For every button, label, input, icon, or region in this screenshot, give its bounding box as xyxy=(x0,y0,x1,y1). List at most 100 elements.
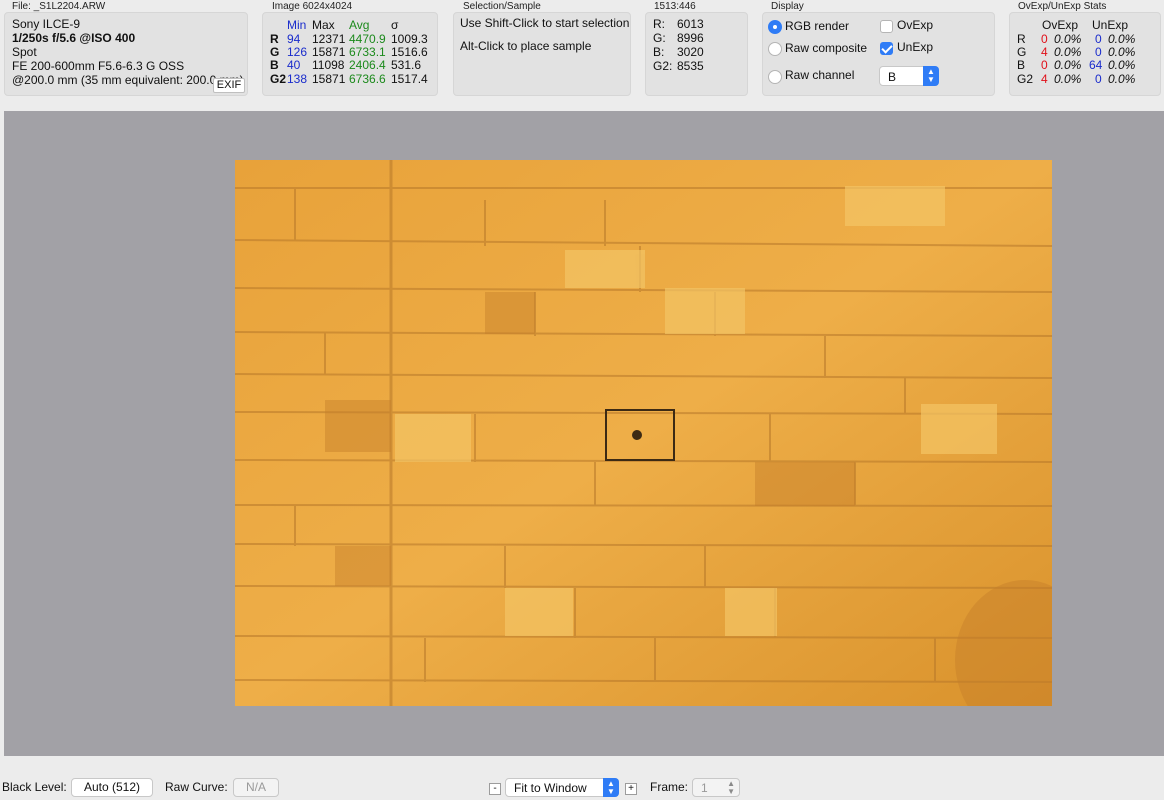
zoom-in-button[interactable]: + xyxy=(625,783,637,795)
sample-value: 6013 xyxy=(677,17,704,31)
raw-channel-label[interactable]: Raw channel xyxy=(785,68,854,82)
sample-channel: R: xyxy=(653,17,665,31)
sample-value: 8535 xyxy=(677,59,704,73)
image-viewer[interactable] xyxy=(4,111,1164,756)
ovexp-percent: 0.0% xyxy=(1054,72,1082,86)
selection-panel: Use Shift-Click to start selection Alt-C… xyxy=(453,12,631,96)
unexp-percent: 0.0% xyxy=(1108,45,1136,59)
ovexp-percent: 0.0% xyxy=(1054,58,1082,72)
ovexp-count: 0 xyxy=(1041,58,1048,72)
stats-sd: 531.6 xyxy=(391,58,422,72)
sample-value: 8996 xyxy=(677,31,704,45)
stats-min: 138 xyxy=(287,72,308,86)
stats-min: 40 xyxy=(287,58,301,72)
stats-min: 126 xyxy=(287,45,308,59)
ovexp-count: 0 xyxy=(1041,32,1048,46)
ovexp-channel: G2 xyxy=(1017,72,1034,86)
selection-title: Selection/Sample xyxy=(463,1,541,12)
header-max: Max xyxy=(312,18,335,32)
unexp-percent: 0.0% xyxy=(1108,32,1136,46)
chevron-updown-icon: ▲ ▼ xyxy=(603,778,619,797)
lens-model: FE 200-600mm F5.6-6.3 G OSS xyxy=(12,59,185,73)
image-stats-panel: Min Max Avg σ R 94 12371 4470.9 1009.3 G… xyxy=(262,12,438,96)
display-title: Display xyxy=(771,1,804,12)
stepper-icon: ▲ ▼ xyxy=(727,779,735,796)
stats-channel: R xyxy=(270,32,279,46)
ovexp-channel: R xyxy=(1017,32,1026,46)
sample-value: 3020 xyxy=(677,45,704,59)
stats-sd: 1517.4 xyxy=(391,72,428,86)
black-level-label: Black Level: xyxy=(2,780,67,794)
raw-channel-select[interactable]: B ▲ ▼ xyxy=(879,66,939,86)
sample-channel: G2: xyxy=(653,59,673,73)
stats-sd: 1516.6 xyxy=(391,45,428,59)
unexp-count: 0 xyxy=(1095,72,1102,86)
raw-composite-radio[interactable] xyxy=(768,42,782,56)
unexp-count: 0 xyxy=(1095,45,1102,59)
ovexp-checkbox[interactable] xyxy=(880,20,893,33)
rgb-render-radio[interactable] xyxy=(768,20,782,34)
unexp-percent: 0.0% xyxy=(1108,72,1136,86)
stats-avg: 6736.6 xyxy=(349,72,386,86)
unexp-count: 64 xyxy=(1089,58,1103,72)
file-title: File: _S1L2204.ARW xyxy=(12,1,106,12)
raw-curve-label: Raw Curve: xyxy=(165,780,228,794)
metering-mode: Spot xyxy=(12,45,37,59)
unexp-percent: 0.0% xyxy=(1108,58,1136,72)
ovexp-channel: G xyxy=(1017,45,1027,59)
ovexp-channel: B xyxy=(1017,58,1026,72)
frame-label: Frame: xyxy=(650,780,689,794)
ovexp-label[interactable]: OvExp xyxy=(897,18,933,32)
frame-stepper[interactable]: 1 ▲ ▼ xyxy=(692,778,740,797)
stats-min: 94 xyxy=(287,32,301,46)
exposure-info: 1/250s f/5.6 @ISO 400 xyxy=(12,31,136,45)
raw-image[interactable] xyxy=(235,160,1052,706)
header-unexp: UnExp xyxy=(1092,18,1129,32)
chevron-updown-icon: ▲ ▼ xyxy=(923,66,939,86)
unexp-label[interactable]: UnExp xyxy=(897,40,933,54)
unexp-count: 0 xyxy=(1095,32,1102,46)
stats-max: 15871 xyxy=(312,45,346,59)
ovexp-percent: 0.0% xyxy=(1054,45,1082,59)
ovexp-stats-title: OvExp/UnExp Stats xyxy=(1018,1,1107,12)
camera-model: Sony ILCE-9 xyxy=(12,17,81,31)
stats-max: 15871 xyxy=(312,72,346,86)
image-stats-title: Image 6024x4024 xyxy=(272,1,353,12)
ovexp-stats-panel: OvExp UnExp R 0 0.0% 0 0.0% G 4 0.0% 0 0… xyxy=(1009,12,1161,96)
ovexp-count: 4 xyxy=(1041,72,1048,86)
zoom-out-button[interactable]: - xyxy=(489,783,501,795)
sample-panel: R: 6013 G: 8996 B: 3020 G2: 8535 xyxy=(645,12,748,96)
focal-length: @200.0 mm (35 mm equivalent: 200.0 mm) xyxy=(12,73,244,87)
raw-channel-radio[interactable] xyxy=(768,70,782,84)
file-info-panel: Sony ILCE-9 1/250s f/5.6 @ISO 400 Spot F… xyxy=(4,12,248,96)
ovexp-count: 4 xyxy=(1041,45,1048,59)
stats-max: 12371 xyxy=(312,32,346,46)
stats-channel: G xyxy=(270,45,280,59)
sample-hint: Alt-Click to place sample xyxy=(460,39,592,53)
sample-coords: 1513:446 xyxy=(654,1,696,12)
sample-channel: G: xyxy=(653,31,666,45)
header-sigma: σ xyxy=(391,18,399,32)
stats-max: 11098 xyxy=(312,58,345,72)
stats-avg: 2406.4 xyxy=(349,58,386,72)
stone-wall-image xyxy=(235,160,1052,706)
stats-channel: G2 xyxy=(270,72,287,86)
exif-button[interactable]: EXIF xyxy=(213,78,245,93)
selection-hint: Use Shift-Click to start selection xyxy=(460,16,630,30)
zoom-value: Fit to Window xyxy=(514,781,587,795)
stats-avg: 6733.1 xyxy=(349,45,386,59)
rgb-render-label[interactable]: RGB render xyxy=(785,19,849,33)
stats-channel: B xyxy=(270,58,279,72)
zoom-select[interactable]: Fit to Window ▲ ▼ xyxy=(505,778,619,797)
unexp-checkbox[interactable] xyxy=(880,42,893,55)
black-level-button[interactable]: Auto (512) xyxy=(71,778,153,797)
stats-sd: 1009.3 xyxy=(391,32,428,46)
display-panel: RGB render Raw composite Raw channel OvE… xyxy=(762,12,995,96)
raw-curve-button[interactable]: N/A xyxy=(233,778,279,797)
raw-composite-label[interactable]: Raw composite xyxy=(785,41,867,55)
header-min: Min xyxy=(287,18,307,32)
frame-value: 1 xyxy=(701,781,708,795)
raw-channel-value: B xyxy=(888,70,897,84)
header-avg: Avg xyxy=(349,18,370,32)
ovexp-percent: 0.0% xyxy=(1054,32,1082,46)
